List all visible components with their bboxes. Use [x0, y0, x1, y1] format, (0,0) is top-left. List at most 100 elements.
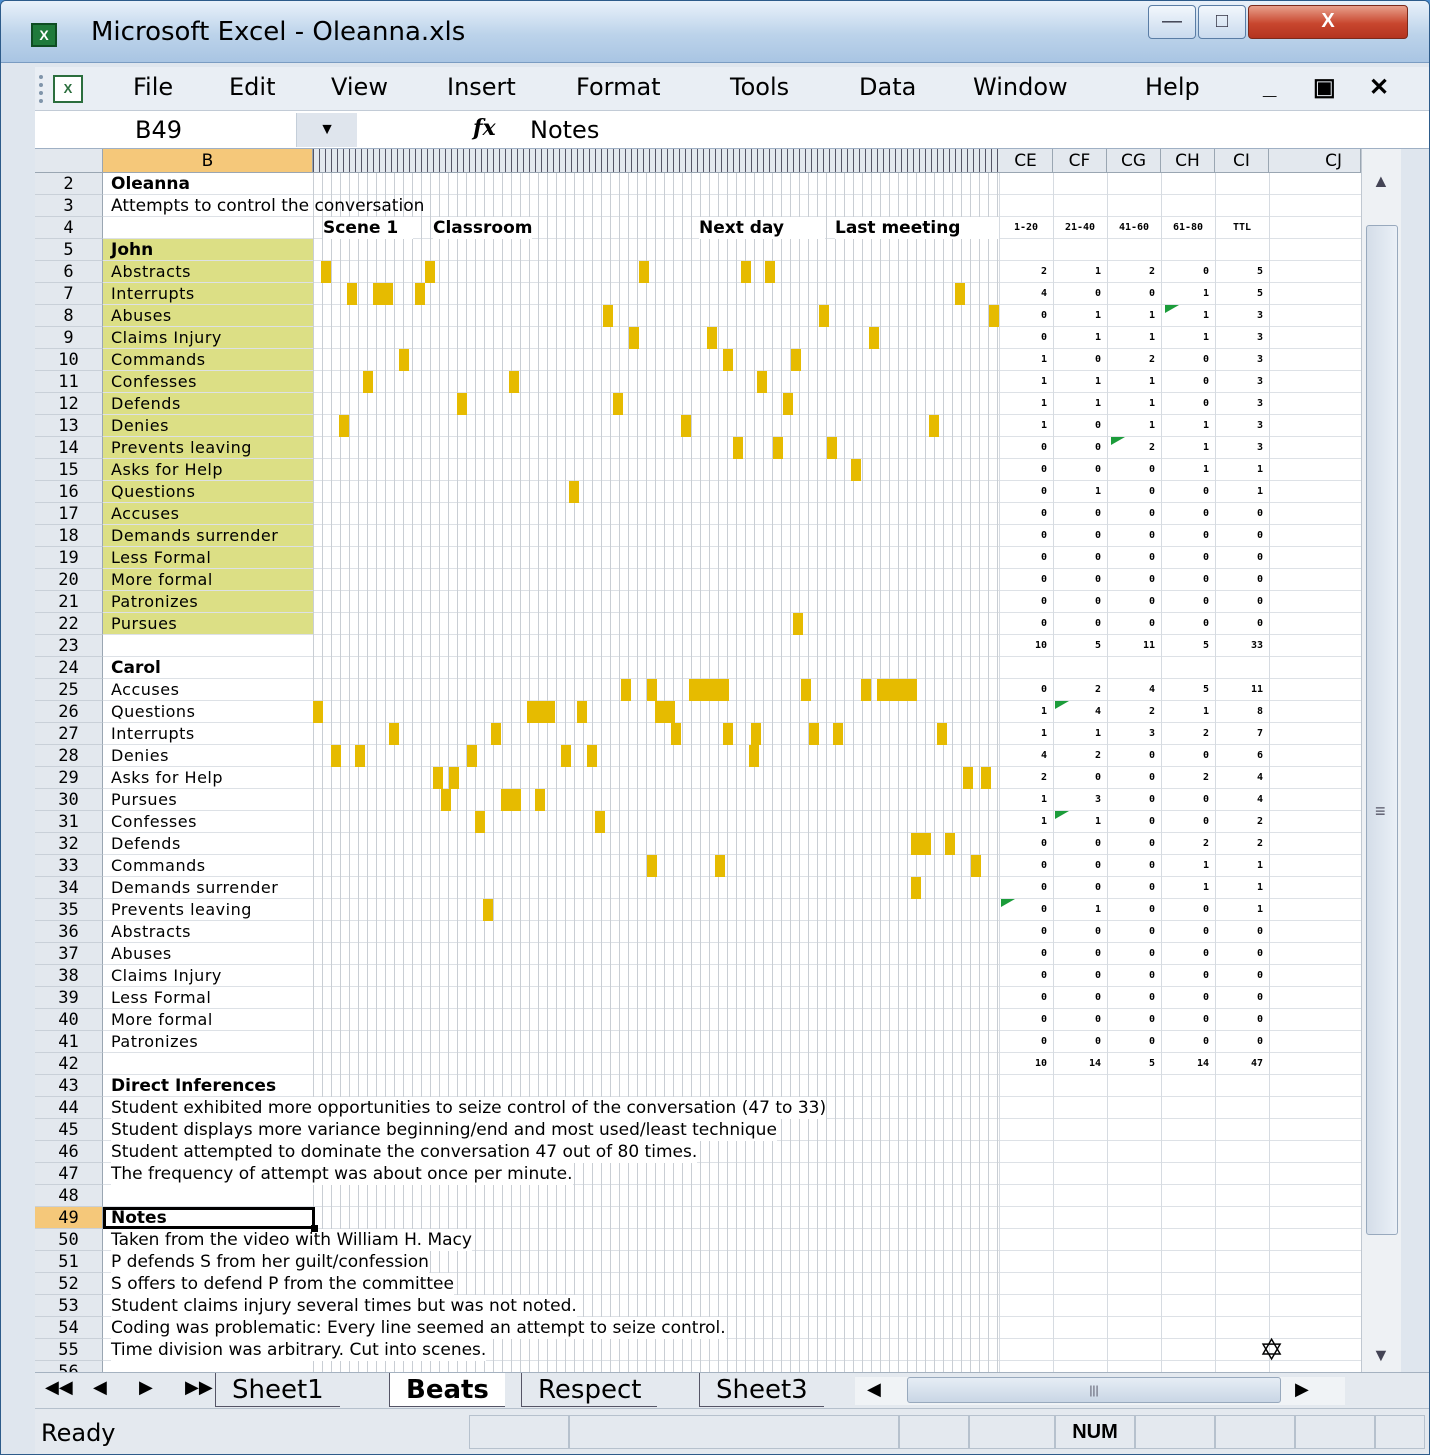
beat-mark[interactable]: [603, 305, 613, 327]
beat-mark[interactable]: [765, 261, 775, 283]
count-cell[interactable]: 0: [1217, 569, 1263, 591]
row-header[interactable]: 14: [35, 437, 103, 459]
count-cell[interactable]: 0: [1055, 1031, 1101, 1053]
count-cell[interactable]: 0: [1109, 855, 1155, 877]
workbook-icon[interactable]: X: [53, 75, 83, 103]
beat-mark[interactable]: [639, 261, 649, 283]
total-cell[interactable]: 33: [1217, 635, 1263, 657]
tab-sheet3[interactable]: Sheet3: [699, 1373, 824, 1407]
behavior-label[interactable]: Prevents leaving: [111, 899, 252, 921]
comment-indicator-icon[interactable]: [1055, 811, 1069, 819]
row-header[interactable]: 51: [35, 1251, 103, 1273]
inference-line[interactable]: Student attempted to dominate the conver…: [111, 1141, 698, 1163]
beat-mark[interactable]: [313, 701, 323, 723]
count-cell[interactable]: 1: [1109, 327, 1155, 349]
row-header[interactable]: 8: [35, 305, 103, 327]
count-cell[interactable]: 0: [1055, 921, 1101, 943]
beat-mark[interactable]: [929, 415, 939, 437]
row-header[interactable]: 50: [35, 1229, 103, 1251]
column-header-ci[interactable]: CI: [1215, 149, 1269, 173]
beat-mark[interactable]: [383, 283, 393, 305]
count-cell[interactable]: 0: [1163, 261, 1209, 283]
row-header[interactable]: 38: [35, 965, 103, 987]
row-header[interactable]: 4: [35, 217, 103, 239]
row-header[interactable]: 24: [35, 657, 103, 679]
row-header[interactable]: 17: [35, 503, 103, 525]
beat-mark[interactable]: [689, 679, 699, 701]
count-cell[interactable]: 2: [1001, 767, 1047, 789]
behavior-label[interactable]: Abstracts: [111, 921, 191, 943]
behavior-label[interactable]: More formal: [111, 1009, 213, 1031]
behavior-label[interactable]: Confesses: [111, 811, 197, 833]
count-cell[interactable]: 0: [1163, 921, 1209, 943]
row-header[interactable]: 22: [35, 613, 103, 635]
behavior-label[interactable]: Confesses: [111, 371, 197, 393]
minimize-button[interactable]: —: [1148, 5, 1196, 39]
beat-mark[interactable]: [709, 679, 719, 701]
row-header[interactable]: 43: [35, 1075, 103, 1097]
beat-mark[interactable]: [347, 283, 357, 305]
count-cell[interactable]: 1: [1163, 701, 1209, 723]
count-cell[interactable]: 1: [1055, 481, 1101, 503]
title-bar[interactable]: X Microsoft Excel - Oleanna.xls — □ X: [1, 1, 1429, 63]
tab-beats[interactable]: Beats: [389, 1373, 505, 1407]
row-header[interactable]: 56: [35, 1361, 103, 1372]
behavior-label[interactable]: Asks for Help: [111, 767, 223, 789]
count-cell[interactable]: 0: [1217, 1009, 1263, 1031]
row-header[interactable]: 33: [35, 855, 103, 877]
count-cell[interactable]: 0: [1163, 569, 1209, 591]
beat-mark[interactable]: [647, 679, 657, 701]
count-cell[interactable]: 5: [1217, 283, 1263, 305]
row-header[interactable]: 30: [35, 789, 103, 811]
count-cell[interactable]: 0: [1109, 283, 1155, 305]
count-cell[interactable]: 1: [1001, 415, 1047, 437]
menu-file[interactable]: File: [133, 73, 173, 101]
count-cell[interactable]: 1: [1217, 877, 1263, 899]
beat-mark[interactable]: [989, 305, 999, 327]
count-cell[interactable]: 1: [1001, 723, 1047, 745]
beat-mark[interactable]: [681, 415, 691, 437]
row-header[interactable]: 41: [35, 1031, 103, 1053]
row-header[interactable]: 16: [35, 481, 103, 503]
beat-mark[interactable]: [749, 745, 759, 767]
count-cell[interactable]: 1: [1217, 899, 1263, 921]
count-cell[interactable]: 0: [1055, 349, 1101, 371]
row-header[interactable]: 11: [35, 371, 103, 393]
beat-mark[interactable]: [809, 723, 819, 745]
beat-mark[interactable]: [331, 745, 341, 767]
excel-app-icon[interactable]: X: [31, 23, 57, 47]
count-cell[interactable]: 0: [1163, 525, 1209, 547]
count-cell[interactable]: 0: [1109, 899, 1155, 921]
row-header[interactable]: 10: [35, 349, 103, 371]
count-cell[interactable]: 1: [1055, 723, 1101, 745]
behavior-label[interactable]: Interrupts: [111, 723, 195, 745]
count-cell[interactable]: 0: [1109, 877, 1155, 899]
behavior-label[interactable]: Accuses: [111, 503, 179, 525]
beat-mark[interactable]: [741, 261, 751, 283]
beat-mark[interactable]: [373, 283, 383, 305]
count-cell[interactable]: 0: [1109, 745, 1155, 767]
carol-heading-cell[interactable]: Carol: [111, 657, 161, 679]
count-cell[interactable]: 0: [1001, 327, 1047, 349]
count-cell[interactable]: 0: [1163, 503, 1209, 525]
count-cell[interactable]: 0: [1001, 525, 1047, 547]
insert-function-icon[interactable]: fx: [473, 115, 496, 141]
count-cell[interactable]: 0: [1217, 965, 1263, 987]
subtitle-cell[interactable]: Attempts to control the conversation: [111, 195, 424, 217]
beat-mark[interactable]: [671, 723, 681, 745]
row-header[interactable]: 26: [35, 701, 103, 723]
count-cell[interactable]: 1: [1109, 393, 1155, 415]
count-cell[interactable]: 3: [1217, 415, 1263, 437]
count-cell[interactable]: 0: [1163, 965, 1209, 987]
beat-mark[interactable]: [475, 811, 485, 833]
count-cell[interactable]: 0: [1217, 591, 1263, 613]
count-cell[interactable]: 4: [1001, 745, 1047, 767]
behavior-label[interactable]: Denies: [111, 745, 169, 767]
beat-mark[interactable]: [801, 679, 811, 701]
column-header-cf[interactable]: CF: [1053, 149, 1107, 173]
total-cell[interactable]: 10: [1001, 635, 1047, 657]
count-cell[interactable]: 0: [1217, 547, 1263, 569]
count-cell[interactable]: 1: [1163, 855, 1209, 877]
beat-mark[interactable]: [921, 833, 931, 855]
select-all-corner[interactable]: [35, 149, 103, 173]
